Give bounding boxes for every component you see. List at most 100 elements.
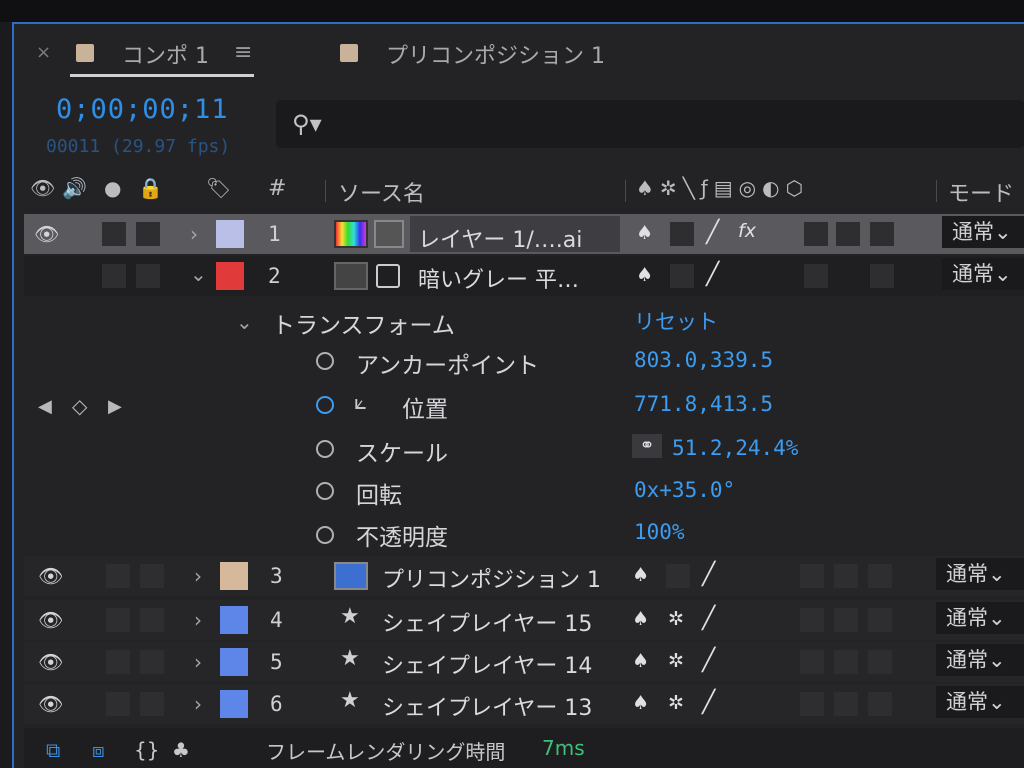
layer-name[interactable]: シェイプレイヤー 15 <box>382 606 592 638</box>
quality-slash-icon[interactable]: ╱ <box>706 220 719 245</box>
shy-switch-icon[interactable]: ♠ <box>632 608 649 630</box>
constrain-proportions-link-icon[interactable]: ⚭ <box>632 434 662 458</box>
continuous-rasterize-icon[interactable]: ✲ <box>668 692 684 714</box>
blend-mode-select[interactable]: 通常⌄ <box>936 686 1024 718</box>
quality-slash-icon[interactable]: ╱ <box>702 562 715 587</box>
label-color-swatch[interactable] <box>216 220 244 248</box>
column-source-name[interactable]: ソース名 <box>338 176 425 208</box>
label-color-swatch[interactable] <box>220 562 248 590</box>
switch-cell[interactable] <box>804 264 828 288</box>
switch-cell[interactable] <box>834 692 858 716</box>
next-keyframe-icon[interactable]: ▶ <box>108 396 122 417</box>
switch-cell[interactable] <box>834 650 858 674</box>
current-timecode[interactable]: 0;00;00;11 <box>56 94 229 125</box>
lock-toggle[interactable] <box>140 608 164 632</box>
eye-icon[interactable]: 👁 <box>38 608 63 632</box>
label-color-swatch[interactable] <box>220 690 248 718</box>
switch-cell[interactable] <box>870 222 894 246</box>
quality-slash-icon[interactable]: ╱ <box>706 262 719 287</box>
lock-toggle[interactable] <box>136 264 160 288</box>
switch-cell[interactable] <box>870 264 894 288</box>
scale-value[interactable]: 51.2,24.4% <box>672 436 798 460</box>
switch-cell[interactable] <box>868 608 892 632</box>
chevron-right-icon[interactable]: › <box>194 650 202 674</box>
switch-cell[interactable] <box>800 692 824 716</box>
graph-icon[interactable]: ⟀ <box>354 390 367 415</box>
tab-close-icon[interactable]: × <box>36 42 51 63</box>
collapse-switch[interactable] <box>670 222 694 246</box>
tab-precomp-1[interactable]: プリコンポジション 1 <box>386 38 605 70</box>
audio-toggle[interactable] <box>102 264 126 288</box>
layer-name[interactable]: シェイプレイヤー 14 <box>382 648 592 680</box>
chevron-down-icon[interactable]: ⌄ <box>236 310 253 334</box>
switch-cell[interactable] <box>868 692 892 716</box>
blend-mode-select[interactable]: 通常⌄ <box>936 602 1024 634</box>
chevron-right-icon[interactable]: › <box>194 564 202 588</box>
opacity-value[interactable]: 100% <box>634 520 685 544</box>
anchor-point-value[interactable]: 803.0,339.5 <box>634 348 773 372</box>
continuous-rasterize-icon[interactable]: ✲ <box>668 650 684 672</box>
switch-cell[interactable] <box>800 564 824 588</box>
stopwatch-icon[interactable] <box>316 526 334 544</box>
label-color-swatch[interactable] <box>220 606 248 634</box>
lock-toggle[interactable] <box>140 564 164 588</box>
lock-toggle[interactable] <box>140 650 164 674</box>
shy-switch-icon[interactable]: ♠ <box>632 692 649 714</box>
blend-mode-select[interactable]: 通常⌄ <box>942 216 1024 248</box>
rotation-value[interactable]: 0x+35.0° <box>634 478 735 502</box>
quality-slash-icon[interactable]: ╱ <box>702 648 715 673</box>
switch-cell[interactable] <box>868 564 892 588</box>
transfer-controls-toggle-icon[interactable]: ⧈ <box>92 738 105 762</box>
stopwatch-icon[interactable] <box>316 352 334 370</box>
lock-toggle[interactable] <box>140 692 164 716</box>
position-value[interactable]: 771.8,413.5 <box>634 392 773 416</box>
fx-icon[interactable]: fx <box>738 220 756 242</box>
layer-name[interactable]: 暗いグレー 平… <box>418 262 579 294</box>
quality-slash-icon[interactable]: ╱ <box>702 606 715 631</box>
panel-menu-icon[interactable]: ≡ <box>234 40 252 65</box>
stopwatch-icon[interactable] <box>316 482 334 500</box>
column-mode[interactable]: モード <box>948 176 1014 208</box>
search-icon[interactable]: ⚲▾ <box>292 110 322 138</box>
lock-toggle[interactable] <box>136 222 160 246</box>
switch-cell[interactable] <box>836 222 860 246</box>
layer-switches-toggle-icon[interactable]: ⧉ <box>46 738 60 762</box>
chevron-right-icon[interactable]: › <box>194 692 202 716</box>
collapse-switch[interactable] <box>666 564 690 588</box>
eye-icon[interactable]: 👁 <box>34 222 59 246</box>
shy-switch-icon[interactable]: ♠ <box>632 564 649 586</box>
stopwatch-icon[interactable] <box>316 440 334 458</box>
audio-toggle[interactable] <box>106 692 130 716</box>
shy-switch-icon[interactable]: ♠ <box>632 650 649 672</box>
chevron-right-icon[interactable]: › <box>194 608 202 632</box>
chevron-right-icon[interactable]: › <box>190 222 198 246</box>
switch-cell[interactable] <box>800 650 824 674</box>
audio-toggle[interactable] <box>106 564 130 588</box>
blend-mode-select[interactable]: 通常⌄ <box>936 644 1024 676</box>
layer-name[interactable]: レイヤー 1/….ai <box>418 222 582 254</box>
stopwatch-active-icon[interactable] <box>316 396 334 414</box>
search-input[interactable] <box>276 100 1024 148</box>
layer-name[interactable]: シェイプレイヤー 13 <box>382 690 592 722</box>
audio-toggle[interactable] <box>106 650 130 674</box>
audio-toggle[interactable] <box>106 608 130 632</box>
switch-cell[interactable] <box>834 564 858 588</box>
switch-cell[interactable] <box>804 222 828 246</box>
label-color-swatch[interactable] <box>216 262 244 290</box>
blend-mode-select[interactable]: 通常⌄ <box>942 258 1024 290</box>
switch-cell[interactable] <box>868 650 892 674</box>
transform-reset-link[interactable]: リセット <box>634 306 718 336</box>
audio-toggle[interactable] <box>102 222 126 246</box>
eye-icon[interactable]: 👁 <box>38 564 63 588</box>
label-color-swatch[interactable] <box>220 648 248 676</box>
switch-cell[interactable] <box>834 608 858 632</box>
switch-cell[interactable] <box>800 608 824 632</box>
quality-slash-icon[interactable]: ╱ <box>702 690 715 715</box>
eye-icon[interactable]: 👁 <box>38 650 63 674</box>
prev-keyframe-icon[interactable]: ◀ <box>38 396 52 417</box>
transform-group-label[interactable]: トランスフォーム <box>272 306 455 340</box>
in-out-toggle-icon[interactable]: {} <box>134 738 159 762</box>
chevron-down-icon[interactable]: ⌄ <box>190 262 207 286</box>
shy-switch-icon[interactable]: ♠ <box>636 264 653 286</box>
collapse-switch[interactable] <box>670 264 694 288</box>
